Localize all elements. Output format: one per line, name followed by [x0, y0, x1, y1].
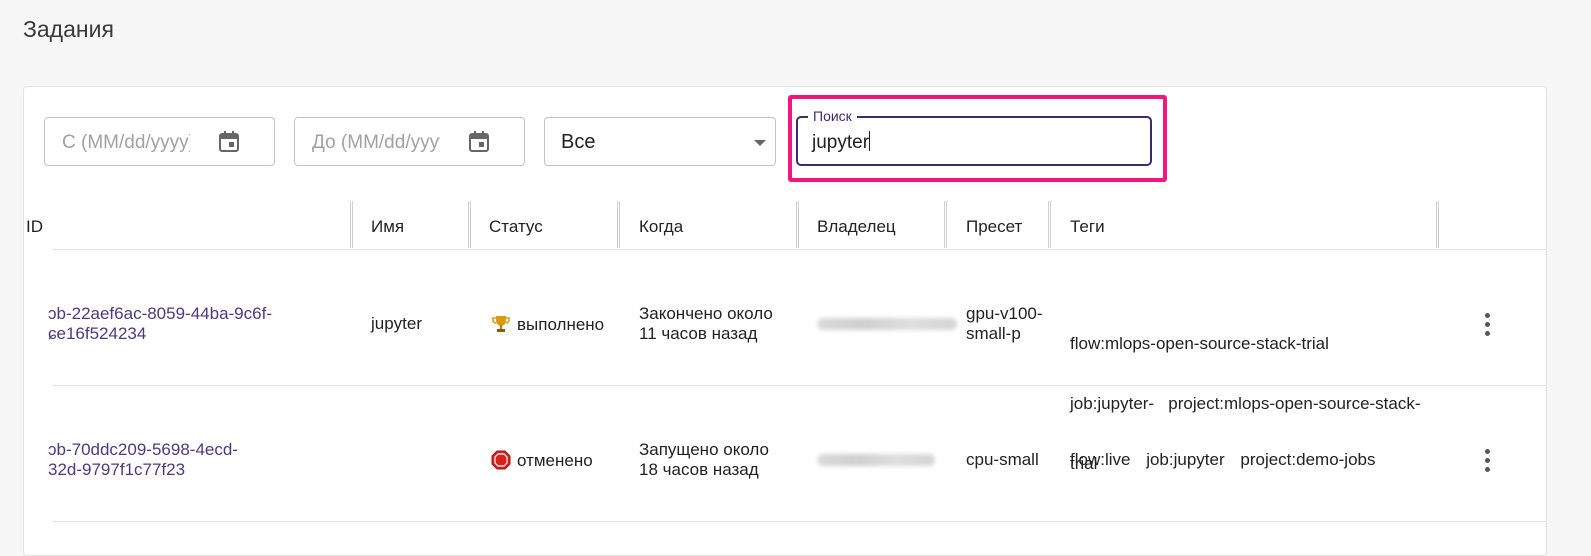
column-resizer[interactable]: [1048, 201, 1051, 248]
owner-avatar-blurred: [817, 454, 935, 466]
job-when: Запущено около 18 часов назад: [639, 440, 769, 479]
more-vert-icon[interactable]: [1485, 313, 1491, 337]
search-value: jupyter: [812, 132, 870, 153]
tag-chip: flow:live: [1070, 450, 1131, 469]
status-select-value: Все: [561, 131, 596, 153]
job-name: jupyter: [371, 314, 423, 333]
jobs-card: С (MM/dd/yyyy) До (MM/dd/yyyy) Все Поиск…: [23, 86, 1547, 556]
search-input[interactable]: Поиск jupyter: [796, 108, 1152, 166]
stop-icon: [491, 450, 511, 470]
table-header: ID Имя Статус Когда Владелец Пресет Теги: [26, 200, 1546, 250]
chevron-down-icon: [754, 140, 766, 146]
tag-chip: project:demo-jobs: [1240, 450, 1376, 469]
calendar-icon[interactable]: [217, 130, 241, 154]
tag-chip: job:jupyter: [1146, 450, 1225, 469]
column-resizer[interactable]: [944, 201, 947, 248]
status-badge: отменено: [491, 450, 593, 471]
status-badge: выполнено: [491, 314, 604, 335]
column-resizer[interactable]: [1436, 201, 1439, 248]
column-header-name[interactable]: Имя: [371, 217, 404, 237]
job-id-link[interactable]: ɔb-70ddc209-5698-4ecd- 32d-9797f1c77f23: [48, 440, 238, 480]
table-row[interactable]: ɔb-70ddc209-5698-4ecd- 32d-9797f1c77f23 …: [48, 386, 1546, 522]
job-when: Закончено около 11 часов назад: [639, 304, 773, 343]
column-header-id[interactable]: ID: [26, 217, 43, 237]
status-select[interactable]: Все: [544, 117, 776, 166]
column-resizer[interactable]: [796, 201, 799, 248]
date-to-placeholder: До (MM/dd/yyyy): [312, 132, 440, 153]
text-caret: [869, 131, 871, 151]
date-from-placeholder: С (MM/dd/yyyy): [62, 132, 190, 153]
date-to-field[interactable]: До (MM/dd/yyyy): [294, 117, 525, 166]
job-preset: gpu-v100- small-p: [966, 304, 1043, 343]
trophy-icon: [492, 316, 510, 332]
column-resizer[interactable]: [350, 201, 353, 248]
calendar-icon[interactable]: [467, 130, 491, 154]
column-header-preset[interactable]: Пресет: [966, 217, 1022, 237]
date-from-field[interactable]: С (MM/dd/yyyy): [44, 117, 275, 166]
more-vert-icon[interactable]: [1485, 449, 1491, 473]
page-title: Задания: [23, 16, 114, 42]
column-header-when[interactable]: Когда: [639, 217, 683, 237]
job-tags: flow:live job:jupyter project:demo-jobs: [1070, 450, 1387, 470]
job-id-link[interactable]: ɔb-22aef6ac-8059-44ba-9c6f- ɕe16f524234: [48, 304, 272, 344]
jobs-table: ID Имя Статус Когда Владелец Пресет Теги…: [26, 200, 1546, 522]
column-resizer[interactable]: [617, 201, 620, 248]
owner-avatar-blurred: [817, 318, 957, 330]
search-label: Поиск: [808, 108, 857, 124]
column-resizer[interactable]: [468, 201, 471, 248]
column-header-owner[interactable]: Владелец: [817, 217, 896, 237]
table-row[interactable]: ɔb-22aef6ac-8059-44ba-9c6f- ɕe16f524234 …: [48, 250, 1546, 473]
column-header-status[interactable]: Статус: [489, 217, 543, 237]
column-header-tags[interactable]: Теги: [1070, 217, 1105, 237]
job-preset: cpu-small: [966, 450, 1039, 469]
